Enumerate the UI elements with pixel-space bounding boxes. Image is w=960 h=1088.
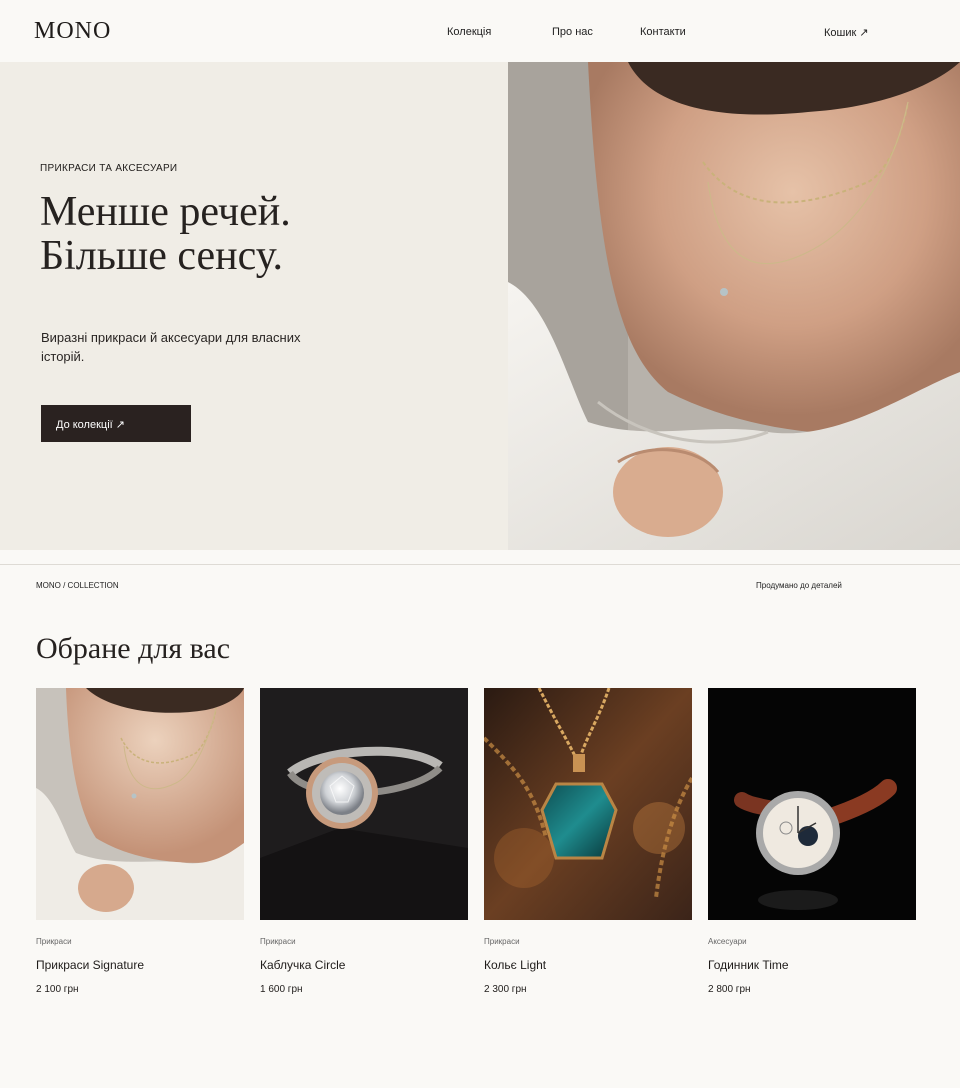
nav-link-collection[interactable]: Колекція [447, 26, 491, 38]
nav-link-contacts[interactable]: Контакти [640, 26, 686, 38]
product-price: 1 600 грн [260, 984, 303, 995]
product-price: 2 800 грн [708, 984, 751, 995]
hero-eyebrow: ПРИКРАСИ ТА АКСЕСУАРИ [40, 163, 178, 174]
product-image [484, 688, 692, 920]
product-category: Прикраси [260, 937, 296, 946]
to-collection-button[interactable]: До колекції ↗ [41, 405, 191, 442]
product-name[interactable]: Кольє Light [484, 958, 546, 972]
logo[interactable]: MONO [34, 18, 111, 45]
product-card[interactable]: Прикраси Прикраси Signature 2 100 грн [36, 688, 244, 995]
hero-section: ПРИКРАСИ ТА АКСЕСУАРИ Менше речей. Більш… [0, 62, 960, 550]
hero-text-panel: ПРИКРАСИ ТА АКСЕСУАРИ Менше речей. Більш… [0, 62, 508, 550]
product-category: Прикраси [484, 937, 520, 946]
product-image [708, 688, 916, 920]
product-price: 2 300 грн [484, 984, 527, 995]
hero-subtitle: Виразні прикраси й аксесуари для власних… [41, 330, 301, 364]
product-name[interactable]: Прикраси Signature [36, 958, 144, 972]
product-price: 2 100 грн [36, 984, 79, 995]
hero-title: Менше речей. Більше сенсу. [40, 190, 480, 278]
product-name[interactable]: Каблучка Circle [260, 958, 345, 972]
product-name[interactable]: Годинник Time [708, 958, 789, 972]
product-card[interactable]: Аксесуари Годинник Time 2 800 грн [708, 688, 916, 995]
product-category: Прикраси [36, 937, 72, 946]
hero-title-line-1: Менше речей. [40, 189, 291, 235]
product-card[interactable]: Прикраси Каблучка Circle 1 600 грн [260, 688, 468, 995]
product-image [260, 688, 468, 920]
nav-link-about[interactable]: Про нас [552, 26, 593, 38]
hero-title-line-2: Більше сенсу. [40, 233, 284, 279]
product-image [36, 688, 244, 920]
featured-title: Обране для вас [36, 632, 231, 665]
collection-breadcrumb: MONO / COLLECTION [36, 581, 119, 590]
cart-link[interactable]: Кошик ↗ [824, 26, 869, 39]
product-category: Аксесуари [708, 937, 747, 946]
tagline: Продумано до деталей [756, 581, 842, 590]
site-header: MONO Колекція Про нас Контакти Кошик ↗ [0, 0, 960, 62]
hero-image [508, 62, 960, 550]
product-card[interactable]: Прикраси Кольє Light 2 300 грн [484, 688, 692, 995]
section-divider [0, 564, 960, 565]
